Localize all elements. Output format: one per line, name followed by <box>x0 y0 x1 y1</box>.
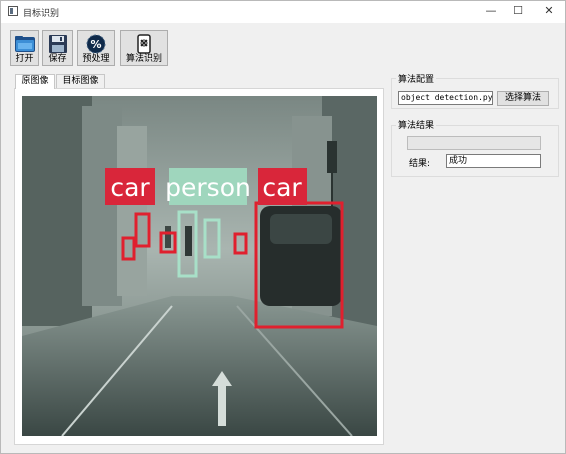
app-icon <box>8 6 18 16</box>
algorithm-result-title: 算法结果 <box>396 118 437 131</box>
detection-label-car-left: car <box>110 173 150 202</box>
algorithm-file-field[interactable]: object detection.py <box>398 91 493 105</box>
select-algorithm-button[interactable]: 选择算法 <box>497 91 549 106</box>
algorithm-recognize-button[interactable]: 算法识别 <box>120 30 168 66</box>
window-title: 目标识别 <box>23 9 60 19</box>
result-value-field[interactable]: 成功 <box>446 154 541 168</box>
svg-text:%: % <box>90 38 101 51</box>
scene-svg: car person car <box>22 96 377 436</box>
detection-label-person: person <box>165 173 251 202</box>
save-button[interactable]: 保存 <box>42 30 73 66</box>
algorithm-config-title: 算法配置 <box>396 72 437 85</box>
tab-original-image[interactable]: 原图像 <box>15 74 55 89</box>
close-button[interactable]: ✕ <box>531 1 566 23</box>
result-progress-bar <box>407 136 541 150</box>
preprocess-button[interactable]: % 预处理 <box>77 30 115 66</box>
result-label: 结果: <box>409 159 431 169</box>
detection-label-car-right: car <box>262 173 302 202</box>
open-button-label: 打开 <box>15 54 34 64</box>
algorithm-recognize-button-label: 算法识别 <box>125 54 162 64</box>
detection-image: car person car <box>22 96 377 436</box>
main-window: 目标识别 — ☐ ✕ 打开 保存 % 预处理 算法识别 原图像 目标图像 car… <box>0 0 566 454</box>
preprocess-button-label: 预处理 <box>82 54 110 64</box>
open-button[interactable]: 打开 <box>10 30 39 66</box>
title-bar: 目标识别 — ☐ ✕ <box>1 1 565 23</box>
tab-target-image[interactable]: 目标图像 <box>56 74 105 88</box>
save-button-label: 保存 <box>48 54 67 64</box>
algorithm-result-group <box>391 125 559 177</box>
